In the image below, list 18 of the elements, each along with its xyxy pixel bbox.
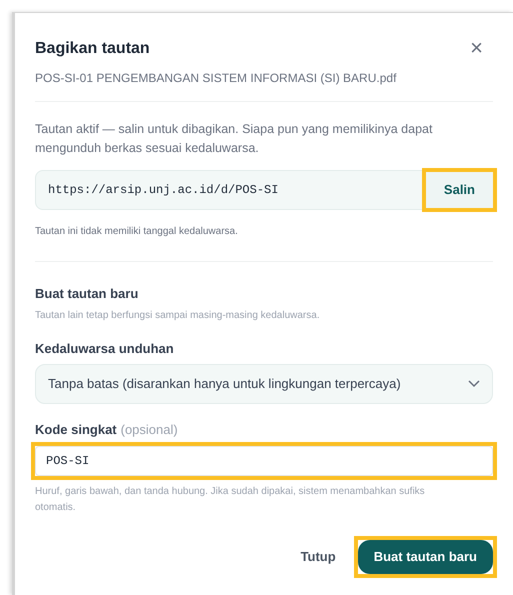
- close-button[interactable]: ×: [470, 37, 483, 59]
- optional-hint: (opsional): [120, 421, 178, 439]
- field-label: Kode singkat: [35, 421, 117, 439]
- file-name: POS-SI-01 PENGEMBANGAN SISTEM INFORMASI (SI) BARU.pdf: [35, 70, 398, 87]
- section-note: Tautan lain tetap berfungsi sampai masing-masing kedaluwarsa.: [35, 308, 321, 322]
- dialog-title: Bagikan tautan: [35, 39, 150, 59]
- section-heading: Buat tautan baru: [35, 285, 140, 303]
- chevron-down-icon: [468, 380, 480, 388]
- close-text-button[interactable]: Tutup: [294, 540, 342, 574]
- copy-button[interactable]: Salin: [426, 172, 493, 208]
- field-label: Kedaluwarsa unduhan: [35, 340, 175, 358]
- create-link-button[interactable]: Buat tautan baru: [358, 540, 493, 574]
- expiry-note: Tautan ini tidak memiliki tanggal kedaluwarsa.: [35, 225, 239, 239]
- short-code-field[interactable]: POS-SI: [35, 446, 493, 476]
- help-text: Huruf, garis bawah, dan tanda hubung. Jika sudah dipakai, sistem menambahkan sufiks otomatis.: [35, 484, 426, 514]
- link-url: https://arsip.unj.ac.id/d/POS-SI: [48, 182, 278, 199]
- description: Tautan aktif — salin untuk dibagikan. Siapa pun yang memilikinya dapat mengunduh berkas sesuai kedaluwarsa.: [35, 121, 434, 157]
- expiry-select[interactable]: Tanpa batas (disarankan hanya untuk lingkungan terpercaya): [35, 364, 493, 404]
